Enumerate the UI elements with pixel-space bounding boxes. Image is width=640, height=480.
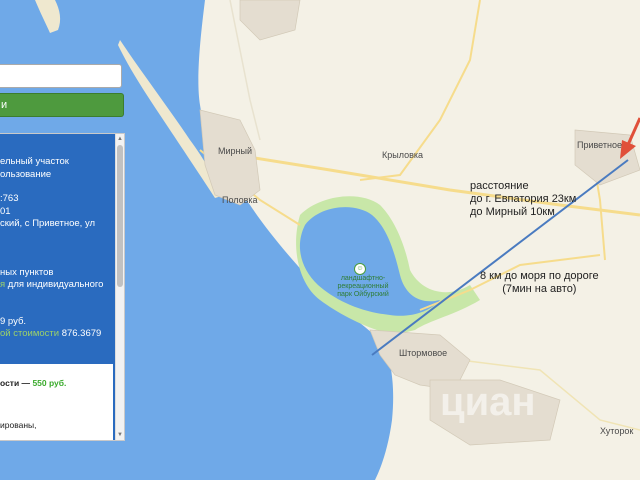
price-note: ированы,: [0, 420, 37, 430]
place-label-privetnoe: Приветное: [577, 140, 622, 150]
info-line-cadastral-value: ой стоимости 876.3679: [0, 328, 101, 339]
info-line: ельный участок: [0, 156, 69, 167]
listing-info-panel: ельный участок ользование :763 01 ский, …: [0, 133, 125, 441]
info-line: :763: [0, 193, 19, 204]
annotation-line: (7мин на авто): [502, 283, 577, 295]
panel-scrollbar[interactable]: ▲ ▼: [115, 134, 124, 440]
place-label-krylovka: Крыловка: [382, 150, 423, 160]
green-action-button[interactable]: и: [0, 93, 124, 117]
place-label-mirny: Мирный: [218, 146, 252, 156]
info-link[interactable]: я: [0, 279, 5, 290]
scroll-thumb[interactable]: [117, 145, 123, 287]
scroll-up-icon[interactable]: ▲: [117, 136, 123, 142]
info-line: ский, с Приветное, ул: [0, 218, 96, 229]
search-input[interactable]: [4, 66, 118, 88]
scroll-down-icon[interactable]: ▼: [117, 432, 123, 438]
info-line: 01: [0, 206, 11, 217]
annotation-line: до Мирный 10км: [470, 206, 555, 218]
price-box: ости — 550 руб. ированы,: [0, 364, 113, 440]
info-link[interactable]: ой стоимости: [0, 328, 59, 339]
place-label-polovka: Половка: [222, 195, 258, 205]
annotation-line: расстояние: [470, 180, 529, 192]
annotation-line: 8 км до моря по дороге: [480, 270, 599, 282]
info-line-settlement-purpose: я для индивидуального: [0, 279, 103, 290]
place-label-khutorok: Хуторок: [600, 426, 634, 436]
watermark: циан: [440, 380, 536, 424]
annotation-line: до г. Евпатория 23км: [470, 193, 577, 205]
search-box[interactable]: [0, 64, 122, 88]
place-label-shtormovoe: Штормовое: [399, 348, 448, 358]
info-text: для индивидуального: [7, 279, 104, 290]
info-line: 9 руб.: [0, 316, 27, 327]
distance-annotation: расстояние до г. Евпатория 23км до Мирны…: [470, 180, 576, 219]
info-line: ных пунктов: [0, 267, 54, 278]
price-line: ости — 550 руб.: [0, 378, 66, 388]
price-value: 550 руб.: [32, 378, 67, 388]
sea-distance-annotation: 8 км до моря по дороге (7мин на авто): [480, 270, 599, 296]
park-label: ландшафтно- рекреационный парк Ойбурский: [337, 275, 389, 298]
info-text: 876.3679: [61, 328, 102, 339]
info-line: ользование: [0, 169, 52, 180]
park-icon: ☺: [354, 263, 366, 275]
price-label: ости —: [0, 378, 31, 388]
